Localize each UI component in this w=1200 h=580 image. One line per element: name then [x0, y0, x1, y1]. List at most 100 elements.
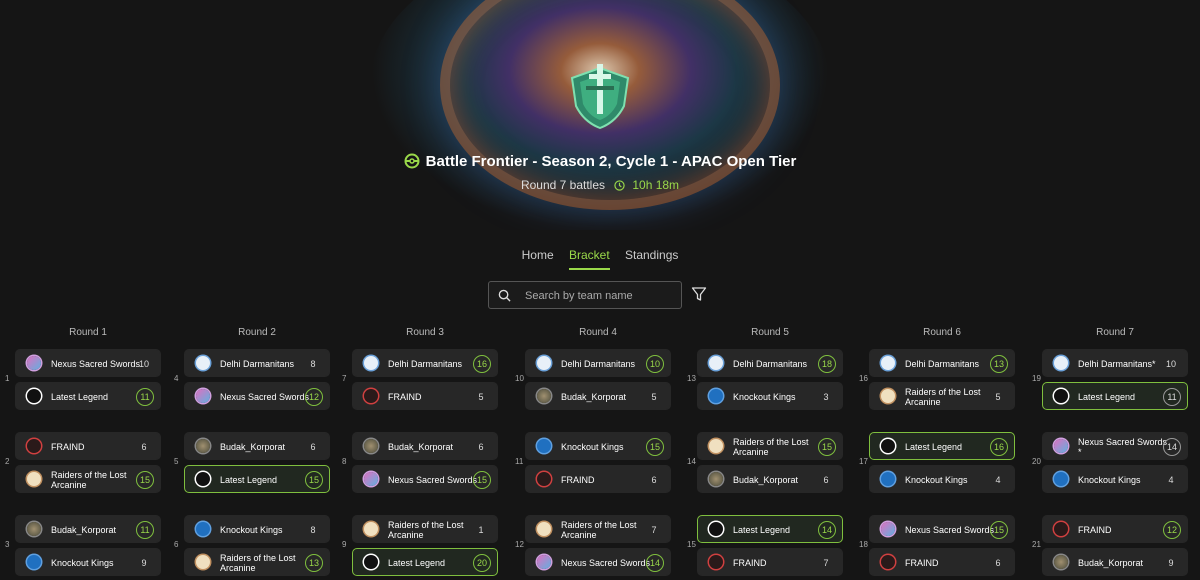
- bracket-match[interactable]: 6 Knockout Kings 8 Raiders of the Lost Arca…: [174, 515, 330, 576]
- team-row[interactable]: Delhi Darmanitans 8: [184, 349, 330, 377]
- team-row[interactable]: Budak_Korporat 6: [697, 465, 843, 493]
- bracket-match[interactable]: 20 Nexus Sacred Swords * 14 Knockout Kings 4: [1032, 432, 1188, 493]
- team-row[interactable]: FRAIND 7: [697, 548, 843, 576]
- team-row[interactable]: FRAIND 6: [15, 432, 161, 460]
- team-row[interactable]: Budak_Korporat 5: [525, 382, 671, 410]
- team-row[interactable]: Knockout Kings 4: [1042, 465, 1188, 493]
- team-avatar-raiders: [881, 389, 895, 403]
- team-avatar-legend: [881, 439, 895, 453]
- clock-icon: [614, 180, 626, 191]
- round-timer: 10h 18m: [632, 178, 680, 192]
- bracket-match[interactable]: 18 Nexus Sacred Swords 15 FRAIND 6: [859, 515, 1015, 576]
- tab-home[interactable]: Home: [522, 248, 554, 268]
- team-row[interactable]: Nexus Sacred Swords 15: [352, 465, 498, 493]
- tournament-title-row: Battle Frontier - Season 2, Cycle 1 - AP…: [0, 153, 1200, 170]
- team-row[interactable]: Knockout Kings 15: [525, 432, 671, 460]
- team-avatar-delhi: [537, 356, 551, 370]
- team-row[interactable]: Delhi Darmanitans 10: [525, 349, 671, 377]
- team-name: Nexus Sacred Swords: [905, 525, 995, 535]
- team-row[interactable]: Delhi Darmanitans 16: [352, 349, 498, 377]
- bracket-match[interactable]: 5 Budak_Korporat 6 Latest Legend 15: [174, 432, 330, 493]
- bracket-match[interactable]: 21 FRAIND 12 Budak_Korporat 9: [1032, 515, 1188, 576]
- team-name: Nexus Sacred Swords: [561, 558, 651, 568]
- team-row[interactable]: Nexus Sacred Swords 14: [525, 548, 671, 576]
- team-row[interactable]: Latest Legend 11: [1042, 382, 1188, 410]
- team-row[interactable]: Nexus Sacred Swords 10: [15, 349, 161, 377]
- bracket-match[interactable]: 11 Knockout Kings 15 FRAIND 6: [515, 432, 671, 493]
- team-avatar-fraind: [881, 555, 895, 569]
- bracket-match[interactable]: 13 Delhi Darmanitans 18 Knockout Kings 3: [687, 349, 843, 410]
- filter-icon[interactable]: [691, 286, 707, 302]
- team-row[interactable]: Raiders of the Lost Arcanine 5: [869, 382, 1015, 410]
- team-score: 10: [138, 359, 149, 369]
- team-row[interactable]: Nexus Sacred Swords * 14: [1042, 432, 1188, 460]
- team-row[interactable]: Delhi Darmanitans* 10: [1042, 349, 1188, 377]
- team-row[interactable]: Latest Legend 16: [869, 432, 1015, 460]
- team-row[interactable]: Knockout Kings 9: [15, 548, 161, 576]
- winning-score-badge: 11: [136, 388, 154, 406]
- team-row[interactable]: Budak_Korporat 9: [1042, 548, 1188, 576]
- team-row[interactable]: Knockout Kings 8: [184, 515, 330, 543]
- team-row[interactable]: FRAIND 6: [869, 548, 1015, 576]
- team-name: FRAIND: [51, 442, 85, 452]
- tab-standings[interactable]: Standings: [625, 248, 678, 268]
- search-input[interactable]: [523, 286, 677, 306]
- bracket-match[interactable]: 2 FRAIND 6 Raiders of the Lost Arcanine 15: [5, 432, 161, 493]
- team-row[interactable]: FRAIND 5: [352, 382, 498, 410]
- team-avatar-knockout: [1054, 472, 1068, 486]
- team-avatar-delhi: [1054, 356, 1068, 370]
- match-number: 4: [174, 374, 179, 383]
- pokeball-icon: [404, 153, 420, 169]
- team-row[interactable]: Knockout Kings 4: [869, 465, 1015, 493]
- team-name: Raiders of the Lost Arcanine: [220, 553, 296, 573]
- team-row[interactable]: FRAIND 12: [1042, 515, 1188, 543]
- team-row[interactable]: Latest Legend 20: [352, 548, 498, 576]
- team-row[interactable]: Delhi Darmanitans 18: [697, 349, 843, 377]
- bracket-match[interactable]: 4 Delhi Darmanitans 8 Nexus Sacred Swords 12: [174, 349, 330, 410]
- bracket-match[interactable]: 12 Raiders of the Lost Arcanine 7 Nexus Sac…: [515, 515, 671, 576]
- round-label: Round 3: [406, 327, 444, 338]
- bracket-match[interactable]: 14 Raiders of the Lost Arcanine 15 Budak_Ko…: [687, 432, 843, 493]
- bracket-match[interactable]: 17 Latest Legend 16 Knockout Kings 4: [859, 432, 1015, 493]
- team-row[interactable]: Latest Legend 11: [15, 382, 161, 410]
- bracket-match[interactable]: 19 Delhi Darmanitans* 10 Latest Legend 11: [1032, 349, 1188, 410]
- team-row[interactable]: Latest Legend 15: [184, 465, 330, 493]
- team-row[interactable]: FRAIND 6: [525, 465, 671, 493]
- team-row[interactable]: Nexus Sacred Swords 12: [184, 382, 330, 410]
- bracket-match[interactable]: 10 Delhi Darmanitans 10 Budak_Korporat 5: [515, 349, 671, 410]
- team-row[interactable]: Nexus Sacred Swords 15: [869, 515, 1015, 543]
- team-row[interactable]: Raiders of the Lost Arcanine 15: [15, 465, 161, 493]
- team-avatar-delhi: [709, 356, 723, 370]
- team-row[interactable]: Budak_Korporat 6: [352, 432, 498, 460]
- tab-bracket[interactable]: Bracket: [568, 248, 610, 270]
- team-row[interactable]: Raiders of the Lost Arcanine 1: [352, 515, 498, 543]
- team-row[interactable]: Budak_Korporat 6: [184, 432, 330, 460]
- team-row[interactable]: Raiders of the Lost Arcanine 15: [697, 432, 843, 460]
- bracket-match[interactable]: 15 Latest Legend 14 FRAIND 7: [687, 515, 843, 576]
- team-score: 7: [651, 525, 657, 535]
- bracket-match[interactable]: 16 Delhi Darmanitans 13 Raiders of the Lost…: [859, 349, 1015, 410]
- team-row[interactable]: Raiders of the Lost Arcanine 7: [525, 515, 671, 543]
- bracket-match[interactable]: 1 Nexus Sacred Swords 10 Latest Legend 11: [5, 349, 161, 410]
- team-score: 14: [1163, 438, 1181, 456]
- team-name: Nexus Sacred Swords: [220, 392, 310, 402]
- winning-score-badge: 15: [136, 471, 154, 489]
- bracket-match[interactable]: 8 Budak_Korporat 6 Nexus Sacred Swords 15: [342, 432, 498, 493]
- team-avatar-raiders: [537, 522, 551, 536]
- round-status: Round 7 battles: [520, 178, 605, 192]
- team-name: Nexus Sacred Swords: [388, 475, 478, 485]
- bracket-match[interactable]: 3 Budak_Korporat 11 Knockout Kings 9: [5, 515, 161, 576]
- winning-score-badge: 15: [818, 438, 836, 456]
- bracket-match[interactable]: 7 Delhi Darmanitans 16 FRAIND 5: [342, 349, 498, 410]
- team-row[interactable]: Delhi Darmanitans 13: [869, 349, 1015, 377]
- bracket-match[interactable]: 9 Raiders of the Lost Arcanine 1 Latest Leg…: [342, 515, 498, 576]
- team-row[interactable]: Latest Legend 14: [697, 515, 843, 543]
- team-row[interactable]: Knockout Kings 3: [697, 382, 843, 410]
- team-avatar-legend: [709, 522, 723, 536]
- team-avatar-budak: [364, 439, 378, 453]
- team-score: 8: [310, 525, 316, 535]
- team-avatar-fraind: [709, 555, 723, 569]
- team-avatar-raiders: [196, 555, 210, 569]
- team-row[interactable]: Budak_Korporat 11: [15, 515, 161, 543]
- team-row[interactable]: Raiders of the Lost Arcanine 13: [184, 548, 330, 576]
